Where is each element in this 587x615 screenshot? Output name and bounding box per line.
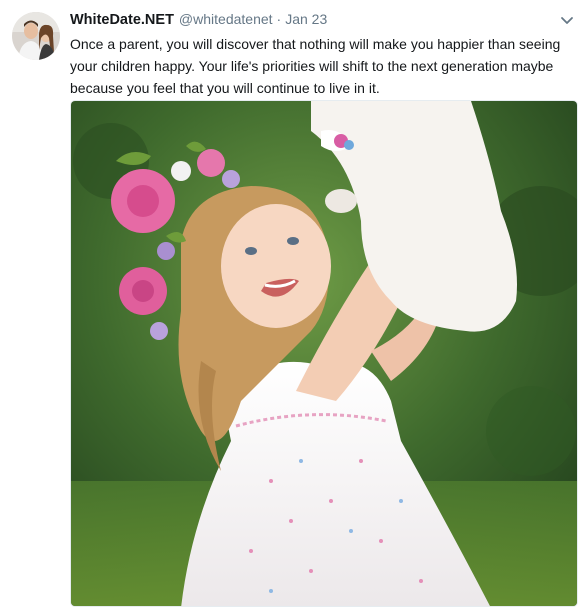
chevron-down-icon[interactable]	[560, 14, 574, 26]
tweet-text-line: because you feel that you will continue …	[70, 80, 380, 96]
tweet-photo[interactable]	[70, 100, 578, 607]
user-handle[interactable]: @whitedatenet	[179, 11, 273, 27]
tweet-text: Once a parent, you will discover that no…	[70, 33, 570, 99]
tweet-text-line: your children happy. Your life's priorit…	[70, 58, 554, 74]
display-name[interactable]: WhiteDate.NET	[70, 12, 174, 28]
tweet-card[interactable]: WhiteDate.NET @whitedatenet · Jan 23 Onc…	[0, 0, 587, 615]
avatar-image	[12, 12, 60, 60]
tweet-text-line: Once a parent, you will discover that no…	[70, 36, 561, 52]
avatar[interactable]	[12, 12, 60, 60]
tweet-header: WhiteDate.NET @whitedatenet · Jan 23	[70, 11, 327, 29]
tweet-date[interactable]: Jan 23	[285, 11, 327, 27]
photo-girl-with-bunny	[71, 101, 577, 606]
separator-dot: ·	[276, 11, 282, 27]
